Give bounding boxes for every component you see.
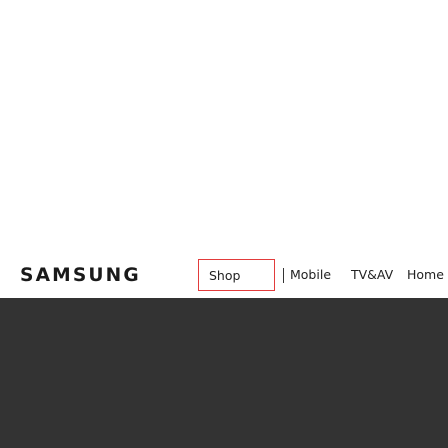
nav-item-label: TV&AV [351,267,394,282]
nav-item-shop[interactable]: Shop [198,259,275,291]
page: SAMSUNG Shop Mobile TV&AV Home Appl [0,0,448,448]
nav-item-label: Shop [209,268,241,283]
nav-item-label: Home Appl [407,267,448,282]
nav-item-tv-av[interactable]: TV&AV [351,259,393,291]
nav-item-home-appliances[interactable]: Home Appl [407,259,448,291]
site-header: SAMSUNG Shop Mobile TV&AV Home Appl [0,252,448,298]
hero-banner [0,298,448,448]
nav-divider [283,268,284,283]
nav-item-label: Mobile [290,267,332,282]
samsung-logo[interactable]: SAMSUNG [20,265,141,285]
nav-item-mobile[interactable]: Mobile [290,259,331,291]
blank-area [0,0,448,252]
